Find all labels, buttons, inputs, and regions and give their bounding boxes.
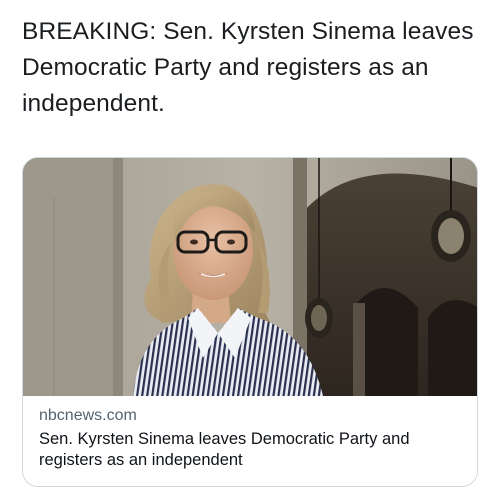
link-preview-card[interactable]: nbcnews.com Sen. Kyrsten Sinema leaves D… bbox=[22, 157, 478, 487]
link-card-domain: nbcnews.com bbox=[39, 407, 137, 424]
article-photo[interactable] bbox=[23, 158, 477, 396]
link-card-meta: nbcnews.com Sen. Kyrsten Sinema leaves D… bbox=[23, 396, 477, 471]
link-card-title[interactable]: Sen. Kyrsten Sinema leaves Democratic Pa… bbox=[39, 429, 463, 471]
tweet-text: BREAKING: Sen. Kyrsten Sinema leaves Dem… bbox=[22, 18, 474, 117]
